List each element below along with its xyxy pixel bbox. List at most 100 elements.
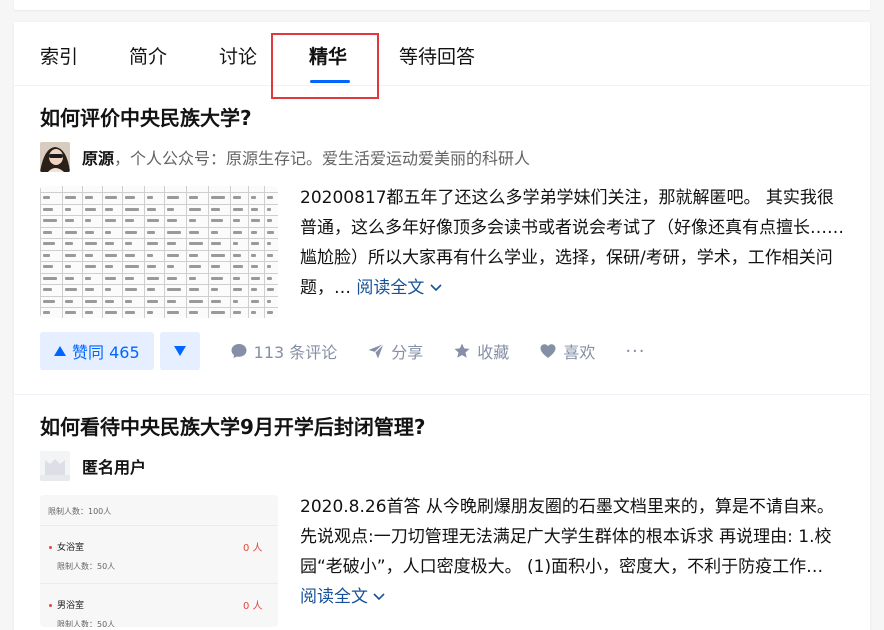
share-button[interactable]: 分享: [367, 339, 423, 363]
action-bar: 赞同 465 113 条评论 分享 收藏 喜欢 ···: [40, 332, 850, 370]
thumbnail-grid-line: [40, 307, 278, 308]
thumbnail-cell-text: [147, 230, 155, 234]
read-more-label: 阅读全文: [300, 587, 368, 607]
thumbnail-cell-text: [43, 230, 52, 234]
thumbnail-cell-text: [85, 219, 92, 222]
thumbnail-cell-text: [233, 207, 244, 211]
thumbnail-cell-text: [105, 265, 113, 268]
thumbnail-grid-line: [82, 186, 83, 318]
thumb-separator: [40, 525, 278, 526]
favorite-button[interactable]: 收藏: [453, 339, 509, 363]
thumbnail-grid-line: [40, 192, 278, 193]
thumbnail-cell-text: [189, 265, 201, 268]
anonymous-avatar: [40, 451, 70, 481]
status-dot: [49, 604, 52, 607]
thumbnail-cell-text: [105, 288, 112, 291]
thumbnail-cell-text: [211, 288, 219, 291]
thumbnail-cell-text: [147, 288, 155, 291]
thumbnail-cell-text: [125, 219, 134, 222]
tab-index[interactable]: 索引: [40, 42, 78, 69]
thumbnail-cell-text: [43, 219, 57, 222]
thumbnail-cell-text: [125, 196, 136, 199]
read-more-link[interactable]: 阅读全文: [300, 587, 385, 607]
thumbnail-cell-text: [267, 265, 271, 268]
thumbnail-cell-text: [85, 288, 95, 291]
thumbnail-cell-text: [43, 207, 54, 211]
thumbnail-cell-text: [85, 207, 96, 211]
thumbnail-cell-text: [85, 311, 93, 314]
thumbnail-cell-text: [147, 311, 154, 314]
thumbnail-cell-text: [147, 299, 158, 303]
author-bio: ，个人公众号：原源生存记。爱生活爱运动爱美丽的科研人: [114, 149, 531, 168]
like-label: 喜欢: [563, 343, 596, 362]
read-more-label: 阅读全文: [356, 278, 425, 298]
thumbnail-cell-text: [105, 276, 116, 280]
thumbnail-cell-text: [85, 242, 97, 245]
thumbnail-cell-text: [267, 299, 272, 303]
thumbnail-grid-line: [62, 186, 63, 318]
downvote-button[interactable]: [159, 332, 200, 370]
answer-content: 20200817都五年了还这么多学弟学妹们关注，那就解匿吧。 其实我很普通，这么…: [40, 186, 850, 318]
answer-thumbnail[interactable]: 限制人数：100人 女浴室 0 人 限制人数：50人 男浴室 0 人 限制人数：…: [40, 495, 278, 627]
thumbnail-cell-text: [251, 207, 258, 211]
thumbnail-cell-text: [267, 288, 274, 291]
thumbnail-cell-text: [189, 276, 197, 280]
thumbnail-cell-text: [211, 276, 223, 280]
like-button[interactable]: 喜欢: [539, 339, 595, 363]
more-options-button[interactable]: ···: [625, 341, 645, 362]
thumbnail-cell-text: [189, 299, 203, 303]
thumbnail-cell-text: [85, 230, 95, 234]
topic-card: 索引 简介 讨论 精华 等待回答 如何评价中央民族大学? 原源 ，个人公众号：原…: [14, 22, 870, 630]
thumbnail-cell-text: [233, 230, 242, 234]
read-more-link[interactable]: 阅读全文: [356, 278, 442, 298]
avatar[interactable]: [40, 142, 70, 172]
thumbnail-cell-text: [65, 242, 73, 245]
thumbnail-cell-text: [251, 230, 257, 234]
answer-thumbnail[interactable]: [40, 186, 278, 318]
thumbnail-cell-text: [167, 230, 181, 234]
thumbnail-cell-text: [211, 230, 219, 234]
thumbnail-grid-line: [208, 186, 209, 318]
thumbnail-cell-text: [43, 288, 52, 291]
thumbnail-cell-text: [251, 299, 259, 303]
thumbnail-cell-text: [85, 253, 93, 257]
comments-button[interactable]: 113 条评论: [230, 339, 337, 363]
question-title[interactable]: 如何看待中央民族大学9月开学后封闭管理?: [40, 413, 850, 441]
tab-waiting-answers[interactable]: 等待回答: [399, 42, 475, 69]
thumbnail-cell-text: [105, 242, 115, 245]
thumbnail-grid-line: [122, 186, 123, 318]
thumbnail-cell-text: [251, 242, 259, 245]
answer-excerpt[interactable]: 20200817都五年了还这么多学弟学妹们关注，那就解匿吧。 其实我很普通，这么…: [300, 183, 850, 318]
upvote-label: 赞同 465: [72, 343, 140, 362]
upvote-button[interactable]: 赞同 465: [40, 332, 154, 370]
thumbnail-cell-text: [251, 196, 256, 199]
thumbnail-cell-text: [147, 265, 157, 268]
thumbnail-cell-text: [167, 288, 181, 291]
thumbnail-cell-text: [125, 311, 136, 314]
tab-discussion[interactable]: 讨论: [219, 42, 257, 69]
question-title[interactable]: 如何评价中央民族大学?: [40, 104, 850, 132]
thumbnail-cell-text: [267, 207, 271, 211]
chevron-down-icon: [373, 593, 385, 601]
share-label: 分享: [391, 343, 424, 362]
thumbnail-cell-text: [125, 230, 137, 234]
thumbnail-cell-text: [167, 265, 175, 268]
triangle-up-icon: [54, 346, 66, 356]
thumbnail-cell-text: [211, 311, 225, 314]
thumbnail-cell-text: [147, 242, 158, 245]
answer-excerpt[interactable]: 2020.8.26首答 从今晚刷爆朋友圈的石墨文档里来的，算是不请自来。 先说观…: [300, 492, 850, 627]
thumbnail-cell-text: [189, 288, 200, 291]
thumbnail-cell-text: [167, 196, 179, 199]
thumbnail-cell-text: [43, 265, 54, 268]
topic-tabs: 索引 简介 讨论 精华 等待回答: [14, 22, 870, 86]
tab-intro[interactable]: 简介: [129, 42, 167, 69]
thumbnail-cell-text: [85, 299, 97, 303]
author-name[interactable]: 原源: [82, 145, 114, 169]
thumbnail-cell-text: [251, 265, 258, 268]
thumbnail-cell-text: [211, 196, 225, 199]
previous-card-bottom: [14, 0, 870, 10]
thumbnail-grid-line: [40, 226, 278, 228]
thumbnail-cell-text: [233, 299, 239, 303]
thumbnail-cell-text: [211, 219, 223, 222]
answer-content: 限制人数：100人 女浴室 0 人 限制人数：50人 男浴室 0 人 限制人数：…: [40, 495, 850, 627]
